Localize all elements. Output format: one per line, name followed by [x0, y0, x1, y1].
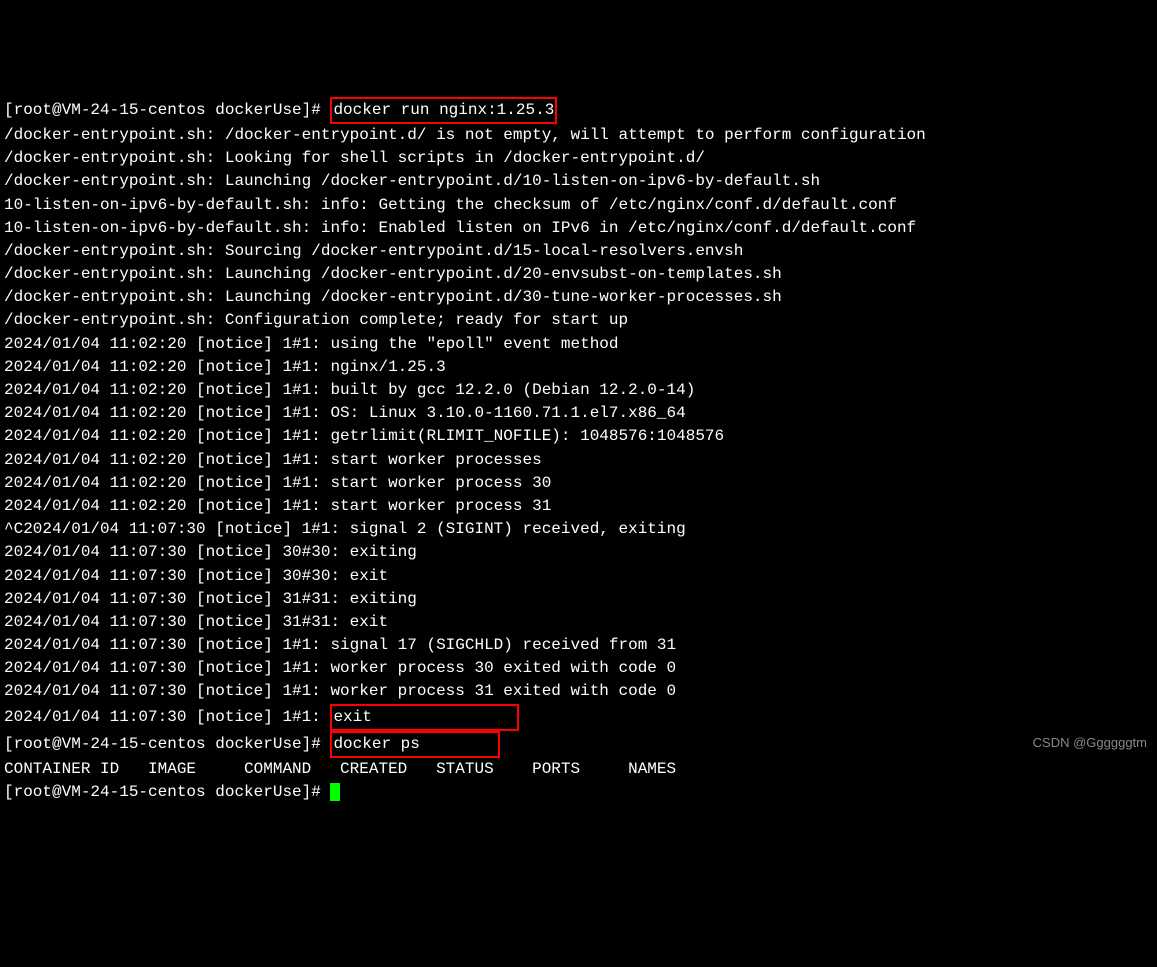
log-line: 2024/01/04 11:07:30 [notice] 1#1: worker… — [4, 657, 1153, 680]
command-highlight-exit: exit — [330, 704, 518, 731]
ps-header: CONTAINER ID IMAGE COMMAND CREATED STATU… — [4, 758, 1153, 781]
log-line: 2024/01/04 11:02:20 [notice] 1#1: OS: Li… — [4, 402, 1153, 425]
log-line: /docker-entrypoint.sh: Launching /docker… — [4, 263, 1153, 286]
log-line: 2024/01/04 11:07:30 [notice] 1#1: signal… — [4, 634, 1153, 657]
log-line: /docker-entrypoint.sh: Sourcing /docker-… — [4, 240, 1153, 263]
log-line: 10-listen-on-ipv6-by-default.sh: info: G… — [4, 194, 1153, 217]
log-line: 2024/01/04 11:02:20 [notice] 1#1: nginx/… — [4, 356, 1153, 379]
terminal-output[interactable]: [root@VM-24-15-centos dockerUse]# docker… — [4, 97, 1153, 805]
log-line: /docker-entrypoint.sh: Configuration com… — [4, 309, 1153, 332]
log-line: 2024/01/04 11:02:20 [notice] 1#1: getrli… — [4, 425, 1153, 448]
log-line: 2024/01/04 11:07:30 [notice] 31#31: exit — [4, 611, 1153, 634]
log-line: 2024/01/04 11:02:20 [notice] 1#1: start … — [4, 472, 1153, 495]
command-highlight-run: docker run nginx:1.25.3 — [330, 97, 557, 124]
shell-prompt: [root@VM-24-15-centos dockerUse]# — [4, 735, 330, 753]
log-line: 2024/01/04 11:07:30 [notice] 31#31: exit… — [4, 588, 1153, 611]
log-line: 2024/01/04 11:07:30 [notice] 30#30: exit — [4, 565, 1153, 588]
log-line: /docker-entrypoint.sh: Looking for shell… — [4, 147, 1153, 170]
log-line: 2024/01/04 11:07:30 [notice] 30#30: exit… — [4, 541, 1153, 564]
watermark: CSDN @Ggggggtm — [1033, 734, 1147, 753]
log-line: ^C2024/01/04 11:07:30 [notice] 1#1: sign… — [4, 518, 1153, 541]
log-line: 10-listen-on-ipv6-by-default.sh: info: E… — [4, 217, 1153, 240]
command-highlight-ps: docker ps — [330, 731, 499, 758]
log-line: 2024/01/04 11:02:20 [notice] 1#1: start … — [4, 449, 1153, 472]
shell-prompt: [root@VM-24-15-centos dockerUse]# — [4, 783, 330, 801]
log-line: 2024/01/04 11:02:20 [notice] 1#1: start … — [4, 495, 1153, 518]
shell-prompt: [root@VM-24-15-centos dockerUse]# — [4, 101, 330, 119]
log-line: /docker-entrypoint.sh: Launching /docker… — [4, 286, 1153, 309]
exit-prefix: 2024/01/04 11:07:30 [notice] 1#1: — [4, 708, 330, 726]
log-line: /docker-entrypoint.sh: Launching /docker… — [4, 170, 1153, 193]
prompt-line-2: [root@VM-24-15-centos dockerUse]# docker… — [4, 731, 1153, 758]
prompt-line-3: [root@VM-24-15-centos dockerUse]# — [4, 781, 1153, 804]
prompt-line-1: [root@VM-24-15-centos dockerUse]# docker… — [4, 97, 1153, 124]
log-line: 2024/01/04 11:02:20 [notice] 1#1: using … — [4, 333, 1153, 356]
exit-line: 2024/01/04 11:07:30 [notice] 1#1: exit — [4, 704, 1153, 731]
cursor-icon — [330, 783, 340, 801]
log-line: 2024/01/04 11:07:30 [notice] 1#1: worker… — [4, 680, 1153, 703]
log-line: 2024/01/04 11:02:20 [notice] 1#1: built … — [4, 379, 1153, 402]
log-line: /docker-entrypoint.sh: /docker-entrypoin… — [4, 124, 1153, 147]
